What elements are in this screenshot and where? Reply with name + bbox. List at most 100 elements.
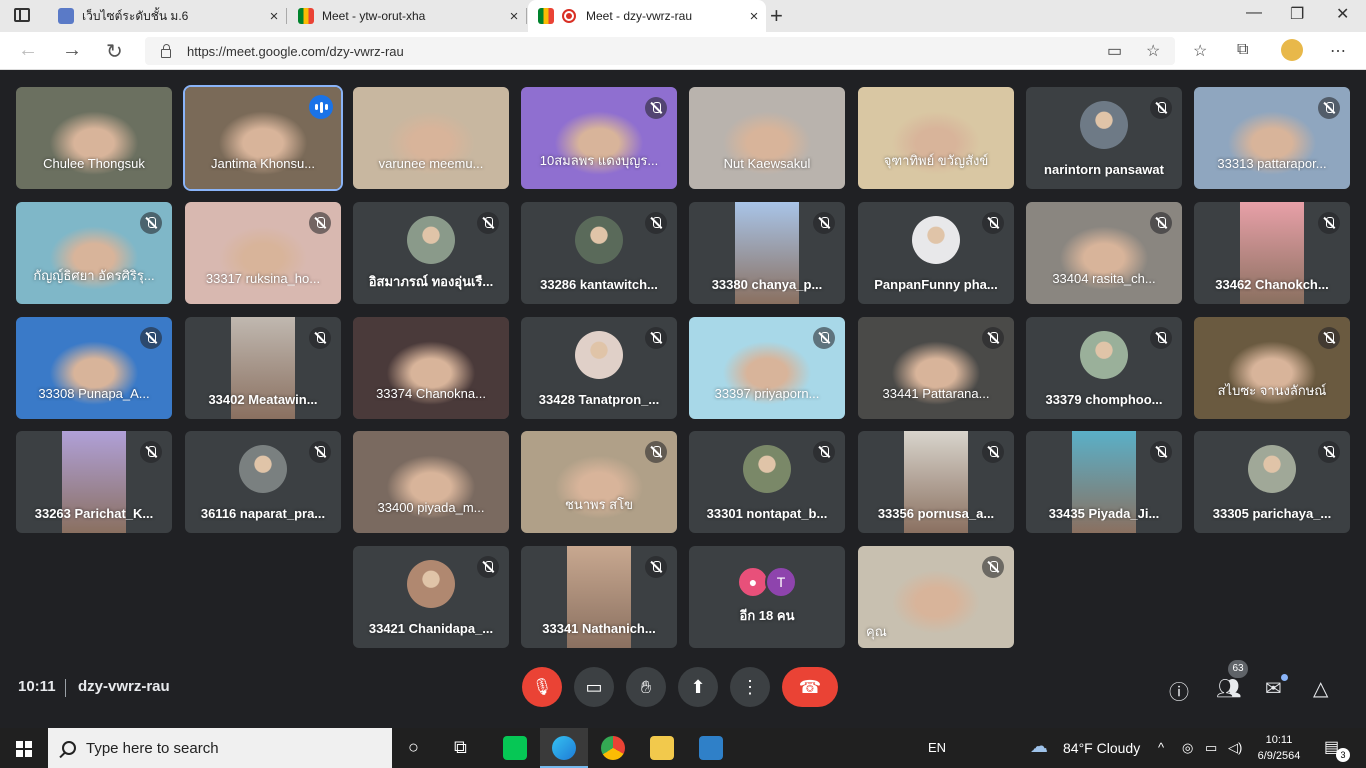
add-favorite-icon[interactable]: ☆ bbox=[1146, 41, 1160, 61]
url-text: https://meet.google.com/dzy-vwrz-rau bbox=[187, 43, 404, 59]
back-icon[interactable]: ← bbox=[18, 39, 38, 62]
camera-toggle-button[interactable]: ▭ bbox=[574, 667, 614, 707]
participant-name: ชนาพร สโข bbox=[565, 497, 633, 512]
participant-tile[interactable]: 33404 rasita_ch... bbox=[1026, 202, 1182, 304]
collections-icon[interactable]: ⧉ bbox=[1237, 41, 1248, 59]
participant-tile[interactable]: narintorn pansawat bbox=[1026, 87, 1182, 189]
mic-muted-icon bbox=[645, 97, 667, 119]
profile-avatar[interactable] bbox=[1281, 39, 1303, 61]
participant-tile[interactable]: 33421 Chanidapa_... bbox=[353, 546, 509, 648]
participant-tile[interactable]: varunee meemu... bbox=[353, 87, 509, 189]
participant-tile[interactable]: 33441 Pattarana... bbox=[858, 317, 1014, 419]
participant-tile[interactable]: 33341 Nathanich... bbox=[521, 546, 677, 648]
participant-name: 33305 parichaya_... bbox=[1212, 506, 1332, 521]
mic-muted-icon bbox=[1318, 441, 1340, 463]
forward-icon[interactable]: → bbox=[62, 39, 82, 62]
participant-tile[interactable]: 33313 pattarapor... bbox=[1194, 87, 1350, 189]
more-options-button[interactable]: ⋮ bbox=[730, 667, 770, 707]
participant-tile[interactable]: PanpanFunny pha... bbox=[858, 202, 1014, 304]
tab-meet-other[interactable]: Meet - ytw-orut-xha × bbox=[288, 0, 527, 32]
restore-icon[interactable]: ❐ bbox=[1290, 4, 1304, 24]
participant-tile[interactable]: 33356 pornusa_a... bbox=[858, 431, 1014, 533]
weather-text[interactable]: 84°F Cloudy bbox=[1063, 740, 1140, 756]
chrome-icon[interactable] bbox=[601, 736, 625, 760]
close-tab-icon[interactable]: × bbox=[742, 8, 766, 25]
participant-tile[interactable]: 33435 Piyada_Ji... bbox=[1026, 431, 1182, 533]
raise-hand-button[interactable]: ✋︎ bbox=[626, 667, 666, 707]
participant-tile[interactable]: 33462 Chanokch... bbox=[1194, 202, 1350, 304]
participant-tile[interactable]: 33317 ruksina_ho... bbox=[185, 202, 341, 304]
participant-tile[interactable]: 33305 parichaya_... bbox=[1194, 431, 1350, 533]
present-button[interactable]: ⬆ bbox=[678, 667, 718, 707]
chat-icon[interactable]: ✉︎ bbox=[1265, 676, 1282, 701]
windows-start-icon[interactable] bbox=[16, 741, 32, 757]
tab-actions-icon[interactable] bbox=[14, 8, 30, 22]
more-participants-label: อีก 18 คน bbox=[739, 608, 795, 623]
meeting-info-icon[interactable]: ⓘ bbox=[1169, 676, 1189, 705]
minimize-icon[interactable]: — bbox=[1246, 4, 1262, 22]
url-field[interactable]: https://meet.google.com/dzy-vwrz-rau bbox=[145, 37, 1175, 65]
participant-tile[interactable]: Nut Kaewsakul bbox=[689, 87, 845, 189]
participant-tile[interactable]: 33263 Parichat_K... bbox=[16, 431, 172, 533]
participant-tile[interactable]: 33301 nontapat_b... bbox=[689, 431, 845, 533]
taskbar-clock[interactable]: 10:11 6/9/2564 bbox=[1254, 732, 1304, 764]
photos-icon[interactable] bbox=[699, 736, 723, 760]
mic-muted-icon bbox=[645, 327, 667, 349]
participant-tile[interactable]: Jantima Khonsu... bbox=[183, 85, 343, 191]
more-participants-tile[interactable]: ● T อีก 18 คน bbox=[689, 546, 845, 648]
people-icon[interactable]: 👥︎ bbox=[1216, 676, 1241, 701]
close-window-icon[interactable]: ✕ bbox=[1336, 4, 1349, 24]
cortana-icon[interactable]: ○ bbox=[408, 737, 419, 758]
mic-muted-icon bbox=[813, 327, 835, 349]
edge-icon[interactable] bbox=[552, 736, 576, 760]
participant-name: สไบซะ จานงลักษณ์ bbox=[1217, 383, 1327, 398]
mic-toggle-button[interactable]: 🎙︎ bbox=[522, 667, 562, 707]
participant-tile[interactable]: 33379 chomphoo... bbox=[1026, 317, 1182, 419]
participant-tile[interactable]: กัญญ์ธิศยา อัครศิริรุ... bbox=[16, 202, 172, 304]
participant-tile[interactable]: สไบซะ จานงลักษณ์ bbox=[1194, 317, 1350, 419]
mic-muted-icon bbox=[982, 441, 1004, 463]
participant-name: 33380 chanya_p... bbox=[711, 277, 823, 292]
participant-tile[interactable]: จุฑาทิพย์ ขวัญสังข์ bbox=[858, 87, 1014, 189]
participant-tile[interactable]: 33400 piyada_m... bbox=[353, 431, 509, 533]
language-indicator[interactable]: EN bbox=[928, 740, 946, 755]
participant-tile[interactable]: 33402 Meatawin... bbox=[185, 317, 341, 419]
close-tab-icon[interactable]: × bbox=[262, 8, 286, 25]
participant-tile[interactable]: 33286 kantawitch... bbox=[521, 202, 677, 304]
favorites-icon[interactable]: ☆ bbox=[1193, 41, 1207, 61]
battery-icon[interactable]: ▭ bbox=[1205, 740, 1217, 756]
participant-tile[interactable]: 33397 priyaporn... bbox=[689, 317, 845, 419]
participant-tile[interactable]: ชนาพร สโข bbox=[521, 431, 677, 533]
participant-tile[interactable]: 33374 Chanokna... bbox=[353, 317, 509, 419]
close-tab-icon[interactable]: × bbox=[502, 8, 526, 25]
participant-video bbox=[689, 87, 845, 189]
tab-meet-active[interactable]: Meet - dzy-vwrz-rau × bbox=[528, 0, 766, 32]
taskbar-search[interactable]: Type here to search bbox=[48, 728, 392, 768]
settings-more-icon[interactable]: ⋯ bbox=[1330, 41, 1346, 61]
participant-tile[interactable]: 10สมลพร แดงบุญร... bbox=[521, 87, 677, 189]
mic-muted-icon bbox=[1150, 327, 1172, 349]
volume-icon[interactable]: ◁) bbox=[1228, 740, 1242, 756]
participant-name: 33397 priyaporn... bbox=[714, 386, 820, 401]
leave-call-button[interactable]: ☎︎ bbox=[782, 667, 838, 707]
new-tab-button[interactable]: + bbox=[770, 3, 783, 29]
participant-video bbox=[858, 87, 1014, 189]
participant-tile[interactable]: 33308 Punapa_A... bbox=[16, 317, 172, 419]
participant-tile[interactable]: 36116 naparat_pra... bbox=[185, 431, 341, 533]
file-explorer-icon[interactable] bbox=[650, 736, 674, 760]
participant-tile[interactable]: 33380 chanya_p... bbox=[689, 202, 845, 304]
self-tile[interactable]: คุณ bbox=[858, 546, 1014, 648]
task-view-icon[interactable]: ⧉ bbox=[454, 737, 467, 758]
meet-now-icon[interactable]: ◎ bbox=[1182, 740, 1193, 756]
activities-icon[interactable]: △ bbox=[1313, 676, 1328, 701]
participant-avatar bbox=[1080, 331, 1128, 379]
tab-school-site[interactable]: เว็บไซต์ระดับชั้น ม.6 × bbox=[48, 0, 287, 32]
participant-tile[interactable]: 33428 Tanatpron_... bbox=[521, 317, 677, 419]
initial-avatar: T bbox=[765, 566, 797, 598]
participant-tile[interactable]: Chulee Thongsuk bbox=[16, 87, 172, 189]
participant-tile[interactable]: อิสมาภรณ์ ทองอุ่นเรื... bbox=[353, 202, 509, 304]
camera-in-use-icon[interactable]: ▭ bbox=[1107, 41, 1122, 61]
reload-icon[interactable]: ↻ bbox=[106, 39, 123, 64]
line-app-icon[interactable] bbox=[503, 736, 527, 760]
chevron-up-icon[interactable]: ^ bbox=[1158, 740, 1164, 755]
